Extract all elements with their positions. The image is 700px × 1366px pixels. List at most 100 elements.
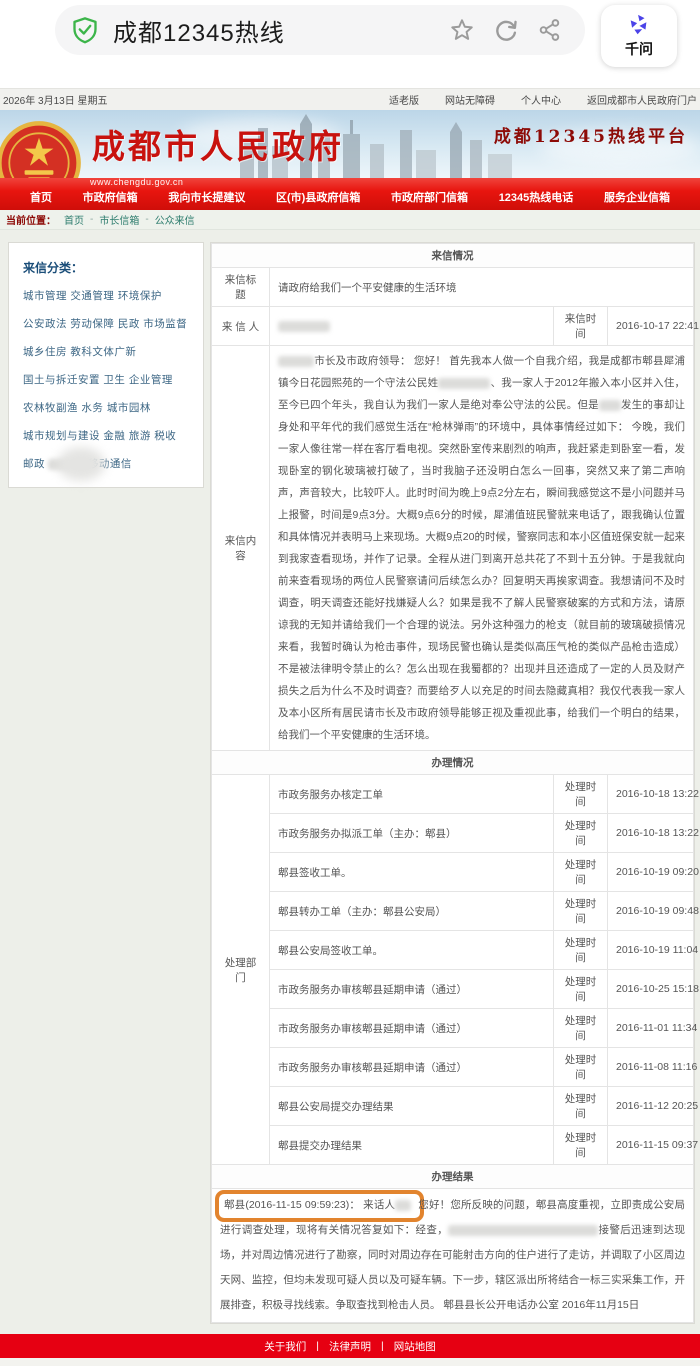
link-back-to-portal[interactable]: 返回成都市人民政府门户 xyxy=(587,92,697,107)
processing-time-label: 处理时间 xyxy=(554,1087,608,1126)
processing-time: 2016-11-12 20:25 xyxy=(608,1087,694,1126)
processing-desc: 郫县提交办理结果 xyxy=(270,1126,554,1165)
breadcrumb-public-letters[interactable]: 公众来信 xyxy=(155,212,195,227)
letter-time-label: 来信时间 xyxy=(554,307,608,346)
table-row: 来信内容 市长及市政府领导： 您好！ 首先我本人做一个自我介绍，我是成都市郫县犀… xyxy=(212,346,694,751)
letter-title-label: 来信标题 xyxy=(212,268,270,307)
processing-time: 2016-10-25 15:18 xyxy=(608,970,694,1009)
section-processing: 办理情况 xyxy=(212,751,694,775)
redacted-text xyxy=(278,356,314,367)
table-row: 郫县签收工单。 处理时间 2016-10-19 09:20 xyxy=(212,853,694,892)
address-bar-actions xyxy=(449,17,563,43)
nav-item-home[interactable]: 首页 xyxy=(30,189,52,205)
table-row: 郫县(2016-11-15 09:59:23)： 来话人 您好！您所反映的问题，… xyxy=(212,1189,694,1323)
qianwen-label: 千问 xyxy=(625,39,653,59)
letter-content-label: 来信内容 xyxy=(212,346,270,751)
breadcrumb-separator: - xyxy=(90,214,93,225)
processing-time-label: 处理时间 xyxy=(554,931,608,970)
processing-time: 2016-11-01 11:34 xyxy=(608,1009,694,1048)
site-banner: 成都市人民政府 成都12345热线平台 xyxy=(0,110,700,178)
table-row: 市政务服务办审核郫县延期申请（通过） 处理时间 2016-11-01 11:34 xyxy=(212,1009,694,1048)
table-row: 市政务服务办审核郫县延期申请（通过） 处理时间 2016-11-08 11:16 xyxy=(212,1048,694,1087)
url-text[interactable]: 成都12345热线 xyxy=(113,13,449,48)
nav-item-department-mailbox[interactable]: 市政府部门信箱 xyxy=(391,189,468,205)
annotation-highlight-box: 郫县(2016-11-15 09:59:23)： 来话人 xyxy=(215,1190,424,1222)
footer-legal[interactable]: 法律声明 xyxy=(329,1339,371,1354)
processing-time-label: 处理时间 xyxy=(554,892,608,931)
breadcrumb-home[interactable]: 首页 xyxy=(64,212,84,227)
result-content: 郫县(2016-11-15 09:59:23)： 来话人 您好！您所反映的问题，… xyxy=(212,1189,694,1323)
qianwen-assistant-button[interactable]: 千问 xyxy=(601,5,677,67)
breadcrumb-separator: - xyxy=(145,214,148,225)
processing-time: 2016-10-18 13:22 xyxy=(608,814,694,853)
category-row[interactable]: 国土与拆迁安置 卫生 企业管理 xyxy=(23,372,191,387)
table-row: 郫县公安局签收工单。 处理时间 2016-10-19 11:04 xyxy=(212,931,694,970)
sidebar-letter-categories: 来信分类： 城市管理 交通管理 环境保护 公安政法 劳动保障 民政 市场监督 城… xyxy=(8,242,204,488)
processing-desc: 市政务服务办核定工单 xyxy=(270,775,554,814)
processing-time-label: 处理时间 xyxy=(554,775,608,814)
address-bar[interactable]: 成都12345热线 xyxy=(55,5,585,55)
letter-detail-panel: 来信情况 来信标题 请政府给我们一个平安健康的生活环境 来 信 人 来信时间 2… xyxy=(210,242,695,1324)
page-body: 来信分类： 城市管理 交通管理 环境保护 公安政法 劳动保障 民政 市场监督 城… xyxy=(0,230,700,1334)
category-row[interactable]: 农林牧副渔 水务 城市园林 xyxy=(23,400,191,415)
national-emblem-icon xyxy=(0,118,84,178)
site-url: www.chengdu.gov.cn xyxy=(90,177,183,187)
browser-bar: 成都12345热线 xyxy=(0,0,700,88)
processing-desc: 市政务服务办审核郫县延期申请（通过） xyxy=(270,1009,554,1048)
breadcrumb-mayor-mailbox[interactable]: 市长信箱 xyxy=(99,212,139,227)
redacted-text xyxy=(395,1200,411,1211)
processing-time: 2016-11-08 11:16 xyxy=(608,1048,694,1087)
redacted-text xyxy=(438,378,490,389)
link-personal-center[interactable]: 个人中心 xyxy=(521,92,561,107)
processing-time: 2016-10-19 09:48 xyxy=(608,892,694,931)
processing-time-label: 处理时间 xyxy=(554,1009,608,1048)
nav-item-suggest-to-mayor[interactable]: 我向市长提建议 xyxy=(168,189,245,205)
category-postal[interactable]: 邮政 xyxy=(23,458,45,470)
processing-desc: 郫县转办工单（主办：郫县公安局） xyxy=(270,892,554,931)
footer-about[interactable]: 关于我们 xyxy=(264,1339,306,1354)
processing-desc: 市政务服务办审核郫县延期申请（通过） xyxy=(270,970,554,1009)
link-accessibility[interactable]: 网站无障碍 xyxy=(445,92,495,107)
site-name: 成都市人民政府 xyxy=(92,120,344,168)
nav-item-hotline-phone[interactable]: 12345热线电话 xyxy=(499,189,574,205)
star-icon[interactable] xyxy=(449,17,475,43)
processing-time-label: 处理时间 xyxy=(554,853,608,892)
footer-sitemap[interactable]: 网站地图 xyxy=(394,1339,436,1354)
refresh-icon[interactable] xyxy=(493,17,519,43)
footer-separator: | xyxy=(316,1340,319,1352)
table-row: 处理部门 市政务服务办核定工单 处理时间 2016-10-18 13:22 xyxy=(212,775,694,814)
sidebar-title: 来信分类： xyxy=(23,259,191,276)
sender-value-redacted xyxy=(270,307,554,346)
table-row: 来信标题 请政府给我们一个平安健康的生活环境 xyxy=(212,268,694,307)
nav-item-enterprise-mailbox[interactable]: 服务企业信箱 xyxy=(604,189,670,205)
category-row[interactable]: 城乡住房 教科文体广新 xyxy=(23,344,191,359)
table-row: 郫县公安局提交办理结果 处理时间 2016-11-12 20:25 xyxy=(212,1087,694,1126)
nav-item-district-mailbox[interactable]: 区(市)县政府信箱 xyxy=(276,189,360,205)
letter-title-value: 请政府给我们一个平安健康的生活环境 xyxy=(270,268,694,307)
processing-time: 2016-10-18 13:22 xyxy=(608,775,694,814)
category-row[interactable]: 邮政 移动通信 xyxy=(23,456,191,471)
share-icon[interactable] xyxy=(537,17,563,43)
letter-content: 市长及市政府领导： 您好！ 首先我本人做一个自我介绍，我是成都市郫县犀浦镇今日花… xyxy=(270,346,694,751)
platform-name: 成都12345热线平台 xyxy=(494,122,688,147)
category-row[interactable]: 城市管理 交通管理 环境保护 xyxy=(23,288,191,303)
sender-label: 来 信 人 xyxy=(212,307,270,346)
category-row[interactable]: 城市规划与建设 金融 旅游 税收 xyxy=(23,428,191,443)
link-elder-version[interactable]: 适老版 xyxy=(389,92,419,107)
processing-desc: 郫县签收工单。 xyxy=(270,853,554,892)
redacted-text xyxy=(448,1225,598,1236)
processing-time: 2016-10-19 09:20 xyxy=(608,853,694,892)
processing-time-label: 处理时间 xyxy=(554,970,608,1009)
page: 成都12345热线 xyxy=(0,0,700,1366)
main-nav: www.chengdu.gov.cn 首页 市政府信箱 我向市长提建议 区(市)… xyxy=(0,178,700,210)
processing-dept-label: 处理部门 xyxy=(212,775,270,1165)
table-row: 郫县转办工单（主办：郫县公安局） 处理时间 2016-10-19 09:48 xyxy=(212,892,694,931)
nav-item-mayor-mailbox[interactable]: 市政府信箱 xyxy=(83,189,138,205)
site-footer: 关于我们 | 法律声明 | 网站地图 xyxy=(0,1334,700,1358)
processing-time-label: 处理时间 xyxy=(554,1048,608,1087)
blur-watermark xyxy=(57,447,105,481)
table-row: 郫县提交办理结果 处理时间 2016-11-15 09:37 xyxy=(212,1126,694,1165)
processing-desc: 市政务服务办审核郫县延期申请（通过） xyxy=(270,1048,554,1087)
breadcrumb-label: 当前位置： xyxy=(6,212,56,227)
category-row[interactable]: 公安政法 劳动保障 民政 市场监督 xyxy=(23,316,191,331)
